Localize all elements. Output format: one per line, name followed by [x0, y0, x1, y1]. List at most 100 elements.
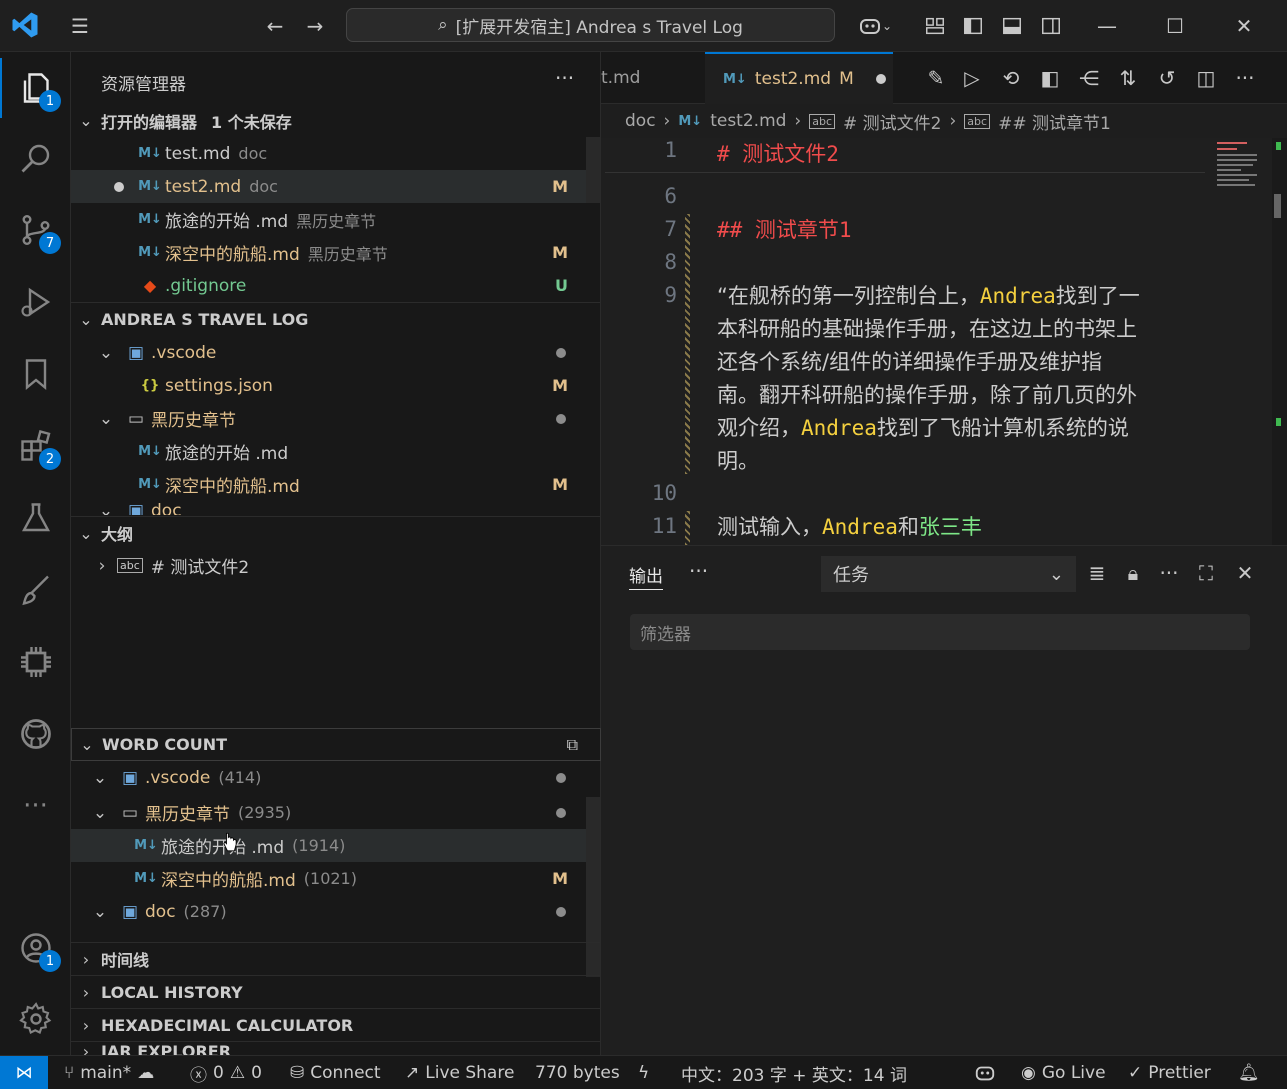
word-count-file[interactable]: M↓ 旅途的开始 .md (1914) — [71, 829, 586, 862]
testing-flask-icon[interactable] — [0, 488, 71, 548]
search-view-icon[interactable] — [0, 128, 71, 188]
open-editor-item[interactable]: M↓ 旅途的开始 .md 黑历史章节 — [71, 203, 586, 236]
go-live-button[interactable]: ◉ Go Live — [1021, 1056, 1106, 1089]
tree-folder[interactable]: ⌄ ▭ 黑历史章节 — [71, 402, 586, 435]
jar-explorer-header[interactable]: › JAR EXPLORER — [71, 1041, 601, 1055]
git-compare-icon[interactable]: ⋲ — [1074, 63, 1104, 93]
problems-indicator[interactable]: ⓧ 0 ⚠ 0 — [190, 1056, 262, 1089]
tab-test2-md[interactable]: M↓ test2.md M — [705, 52, 893, 104]
tree-folder[interactable]: ⌄ ▣ doc — [71, 501, 586, 515]
maximize-panel-icon[interactable]: ⛶ — [1191, 558, 1221, 588]
chevron-down-icon: ⌄ — [98, 342, 114, 363]
preview-icon[interactable]: ◧ — [1035, 63, 1065, 93]
editor-more-icon[interactable]: ··· — [1230, 63, 1260, 93]
chip-icon[interactable] — [0, 632, 71, 692]
item-name: settings.json — [165, 375, 273, 396]
copilot-icon[interactable]: ⌄ — [850, 11, 900, 41]
timeline-header[interactable]: › 时间线 — [71, 942, 601, 975]
line-number: 7 — [664, 217, 677, 241]
unsaved-dot-icon[interactable] — [875, 74, 886, 84]
explorer-icon[interactable]: 1 — [0, 58, 71, 118]
minimap[interactable] — [1215, 138, 1265, 238]
open-editor-item[interactable]: M↓ 深空中的航船.md 黑历史章节 M — [71, 236, 586, 269]
word-count-folder[interactable]: ⌄ ▣ doc (287) — [71, 895, 586, 928]
tree-file[interactable]: M↓ 旅途的开始 .md — [71, 435, 586, 468]
branch-indicator[interactable]: ⑂ main* ☁ — [64, 1056, 154, 1089]
code-editor[interactable]: 1 # 测试文件2 6 7 ## 测试章节1 8 9 “在舰桥的第一列控制台上，… — [601, 138, 1287, 545]
tab-t-md[interactable]: t.md — [601, 52, 705, 104]
local-history-header[interactable]: › LOCAL HISTORY — [71, 975, 601, 1008]
close-window-icon[interactable]: ✕ — [1229, 11, 1259, 41]
pull-request-icon[interactable]: ⇅ — [1113, 63, 1143, 93]
breadcrumb-item[interactable]: ## 测试章节1 — [998, 109, 1111, 134]
word-count-folder[interactable]: ⌄ ▭ 黑历史章节 (2935) — [71, 796, 586, 829]
back-arrow-icon[interactable]: ← — [260, 11, 290, 41]
lock-scroll-icon[interactable]: 🔒︎ — [1118, 558, 1148, 588]
outline-item[interactable]: › abc # 测试文件2 — [71, 549, 586, 582]
more-actions-icon[interactable]: ··· — [555, 66, 574, 90]
run-icon[interactable]: ▷ — [957, 63, 987, 93]
layout-customize-icon[interactable] — [920, 11, 950, 41]
accounts-icon[interactable]: 1 — [0, 918, 71, 978]
live-share-button[interactable]: ↗ Live Share — [405, 1056, 514, 1089]
source-control-icon[interactable]: 7 — [0, 200, 71, 260]
word-count-status[interactable]: 中文：203 字 + 英文：14 词 — [681, 1056, 907, 1089]
tree-file[interactable]: {} settings.json M — [71, 369, 586, 402]
word-count-folder[interactable]: ⌄ ▣ .vscode (414) — [71, 761, 586, 794]
split-editor-icon[interactable]: ◫ — [1191, 63, 1221, 93]
workspace-header[interactable]: ⌄ ANDREA S TRAVEL LOG — [71, 302, 601, 335]
keyword-highlight: Andrea — [801, 416, 877, 440]
hex-calculator-header[interactable]: › HEXADECIMAL CALCULATOR — [71, 1008, 601, 1041]
collapse-all-icon[interactable]: ⧉ — [567, 735, 578, 755]
filter-input[interactable]: 筛选器 — [630, 614, 1250, 650]
revert-icon[interactable]: ↺ — [1152, 63, 1182, 93]
notifications-bell-icon[interactable]: 🔔︎ — [1238, 1056, 1260, 1089]
tab-output[interactable]: 输出 — [629, 562, 663, 590]
github-icon[interactable] — [0, 704, 71, 764]
forward-arrow-icon[interactable]: → — [300, 11, 330, 41]
minimize-icon[interactable]: — — [1092, 11, 1122, 41]
paint-brush-icon[interactable] — [0, 560, 71, 620]
word-count-file[interactable]: M↓ 深空中的航船.md (1021) M — [71, 862, 586, 895]
remote-indicator-icon[interactable]: ⋈ — [0, 1056, 48, 1089]
edit-pencil-icon[interactable]: ✎ — [921, 63, 951, 93]
close-panel-icon[interactable]: ✕ — [1230, 558, 1260, 588]
output-channel-select[interactable]: 任务 ⌄ — [821, 556, 1076, 592]
breadcrumb-item[interactable]: doc — [625, 111, 656, 131]
toggle-sidebar-icon[interactable] — [958, 11, 988, 41]
open-editor-item[interactable]: M↓ test2.md doc M — [71, 170, 586, 203]
command-center-search[interactable]: ⌕ [扩展开发宿主] Andrea s Travel Log — [346, 8, 835, 42]
lightning-icon[interactable]: ϟ — [638, 1056, 649, 1089]
prettier-button[interactable]: ✓ Prettier — [1128, 1056, 1211, 1089]
word-count-header[interactable]: ⌄ WORD COUNT ⧉ — [71, 728, 601, 761]
editor-scrollbar[interactable] — [1272, 138, 1287, 545]
text-span: 找到了一 — [1055, 284, 1140, 308]
toggle-secondary-sidebar-icon[interactable] — [1036, 11, 1066, 41]
copilot-status-icon[interactable] — [974, 1056, 996, 1089]
file-size[interactable]: 770 bytes — [535, 1056, 620, 1089]
sidebar-scrollbar[interactable] — [586, 137, 600, 203]
unsaved-dot-icon[interactable] — [114, 181, 124, 192]
open-editor-item[interactable]: M↓ test.md doc — [71, 137, 586, 170]
tree-folder[interactable]: ⌄ ▣ .vscode — [71, 336, 586, 369]
more-views-icon[interactable]: ··· — [0, 776, 71, 836]
bookmark-icon[interactable] — [0, 344, 71, 404]
toggle-panel-icon[interactable] — [997, 11, 1027, 41]
open-editor-item[interactable]: ◆ .gitignore U — [71, 269, 586, 302]
outline-header[interactable]: ⌄ 大纲 — [71, 516, 601, 549]
tree-file[interactable]: M↓ 深空中的航船.md M — [71, 468, 586, 501]
string-symbol-icon: abc — [964, 113, 991, 129]
breadcrumb-item[interactable]: # 测试文件2 — [843, 109, 941, 134]
menu-icon[interactable]: ☰ — [65, 11, 95, 41]
history-icon[interactable]: ⟲ — [996, 63, 1026, 93]
breadcrumb-item[interactable]: test2.md — [710, 111, 786, 131]
connect-button[interactable]: ⛁ Connect — [290, 1056, 381, 1089]
panel-actions-more-icon[interactable]: ··· — [1154, 558, 1184, 588]
clear-output-icon[interactable]: ≣ — [1082, 558, 1112, 588]
open-editors-header[interactable]: ⌄ 打开的编辑器 1 个未保存 — [71, 104, 601, 137]
extensions-icon[interactable]: 2 — [0, 416, 71, 476]
settings-gear-icon[interactable] — [0, 989, 71, 1049]
panel-more-icon[interactable]: ··· — [689, 559, 708, 583]
maximize-icon[interactable]: ☐ — [1160, 11, 1190, 41]
run-debug-icon[interactable] — [0, 272, 71, 332]
